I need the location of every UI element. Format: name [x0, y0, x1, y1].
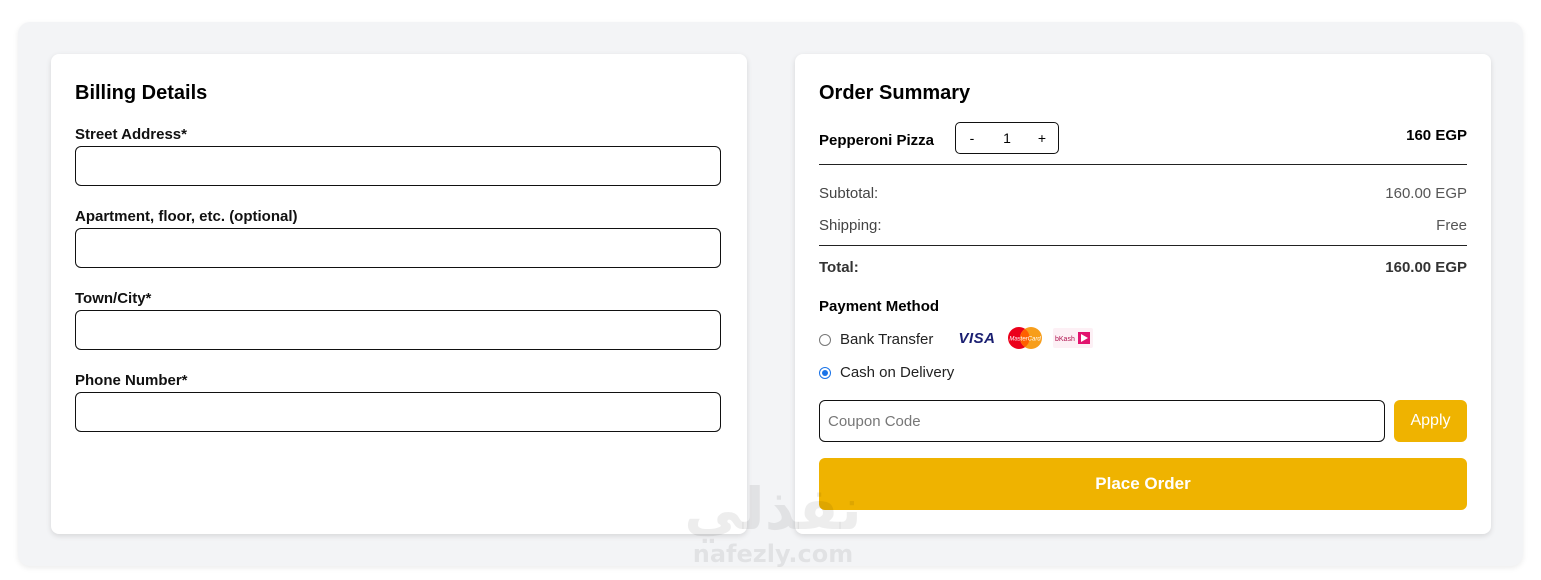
apartment-label: Apartment, floor, etc. (optional): [75, 208, 298, 225]
phone-number-label: Phone Number*: [75, 372, 188, 389]
payment-method-title: Payment Method: [819, 298, 940, 315]
order-summary-card: Order Summary Pepperoni Pizza - 1 + 160 …: [795, 54, 1491, 534]
shipping-value: Free: [1436, 217, 1467, 234]
bkash-logo-icon: bKash: [1053, 325, 1093, 351]
total-value: 160.00 EGP: [1385, 259, 1467, 276]
payment-option-bank-transfer[interactable]: Bank Transfer: [819, 331, 933, 348]
payment-option-label: Bank Transfer: [840, 331, 934, 348]
place-order-button[interactable]: Place Order: [819, 458, 1467, 510]
phone-number-input[interactable]: [75, 392, 721, 432]
decrease-quantity-button[interactable]: -: [956, 130, 988, 146]
product-price: 160 EGP: [1406, 127, 1467, 144]
billing-details-card: Billing Details Street Address* Apartmen…: [51, 54, 747, 534]
payment-logos: VISA MasterCard bKash: [957, 325, 1093, 351]
subtotal-value: 160.00 EGP: [1385, 185, 1467, 202]
order-summary-title: Order Summary: [819, 82, 971, 104]
svg-text:MasterCard: MasterCard: [1009, 337, 1041, 343]
mastercard-logo-icon: MasterCard: [1005, 325, 1045, 351]
increase-quantity-button[interactable]: +: [1026, 130, 1058, 146]
svg-text:bKash: bKash: [1055, 336, 1075, 343]
town-city-input[interactable]: [75, 310, 721, 350]
billing-title: Billing Details: [75, 82, 208, 104]
payment-option-cash-on-delivery[interactable]: Cash on Delivery: [819, 364, 954, 381]
apartment-input[interactable]: [75, 228, 721, 268]
shipping-label: Shipping:: [819, 217, 882, 234]
street-address-input[interactable]: [75, 146, 721, 186]
town-city-label: Town/City*: [75, 290, 152, 307]
divider: [819, 164, 1467, 165]
radio-button[interactable]: [819, 333, 831, 346]
visa-logo-icon: VISA: [957, 325, 997, 351]
visa-logo-text: VISA: [958, 329, 996, 347]
product-name: Pepperoni Pizza: [819, 132, 935, 149]
total-label: Total:: [819, 259, 859, 276]
coupon-code-input[interactable]: [819, 400, 1385, 442]
payment-option-label: Cash on Delivery: [840, 364, 955, 381]
subtotal-label: Subtotal:: [819, 185, 879, 202]
radio-button-selected[interactable]: [819, 366, 831, 379]
street-address-label: Street Address*: [75, 126, 187, 143]
checkout-container: Billing Details Street Address* Apartmen…: [18, 22, 1523, 566]
divider: [819, 245, 1467, 246]
quantity-value: 1: [1003, 130, 1011, 146]
quantity-stepper: - 1 +: [955, 122, 1059, 154]
apply-coupon-button[interactable]: Apply: [1394, 400, 1467, 442]
